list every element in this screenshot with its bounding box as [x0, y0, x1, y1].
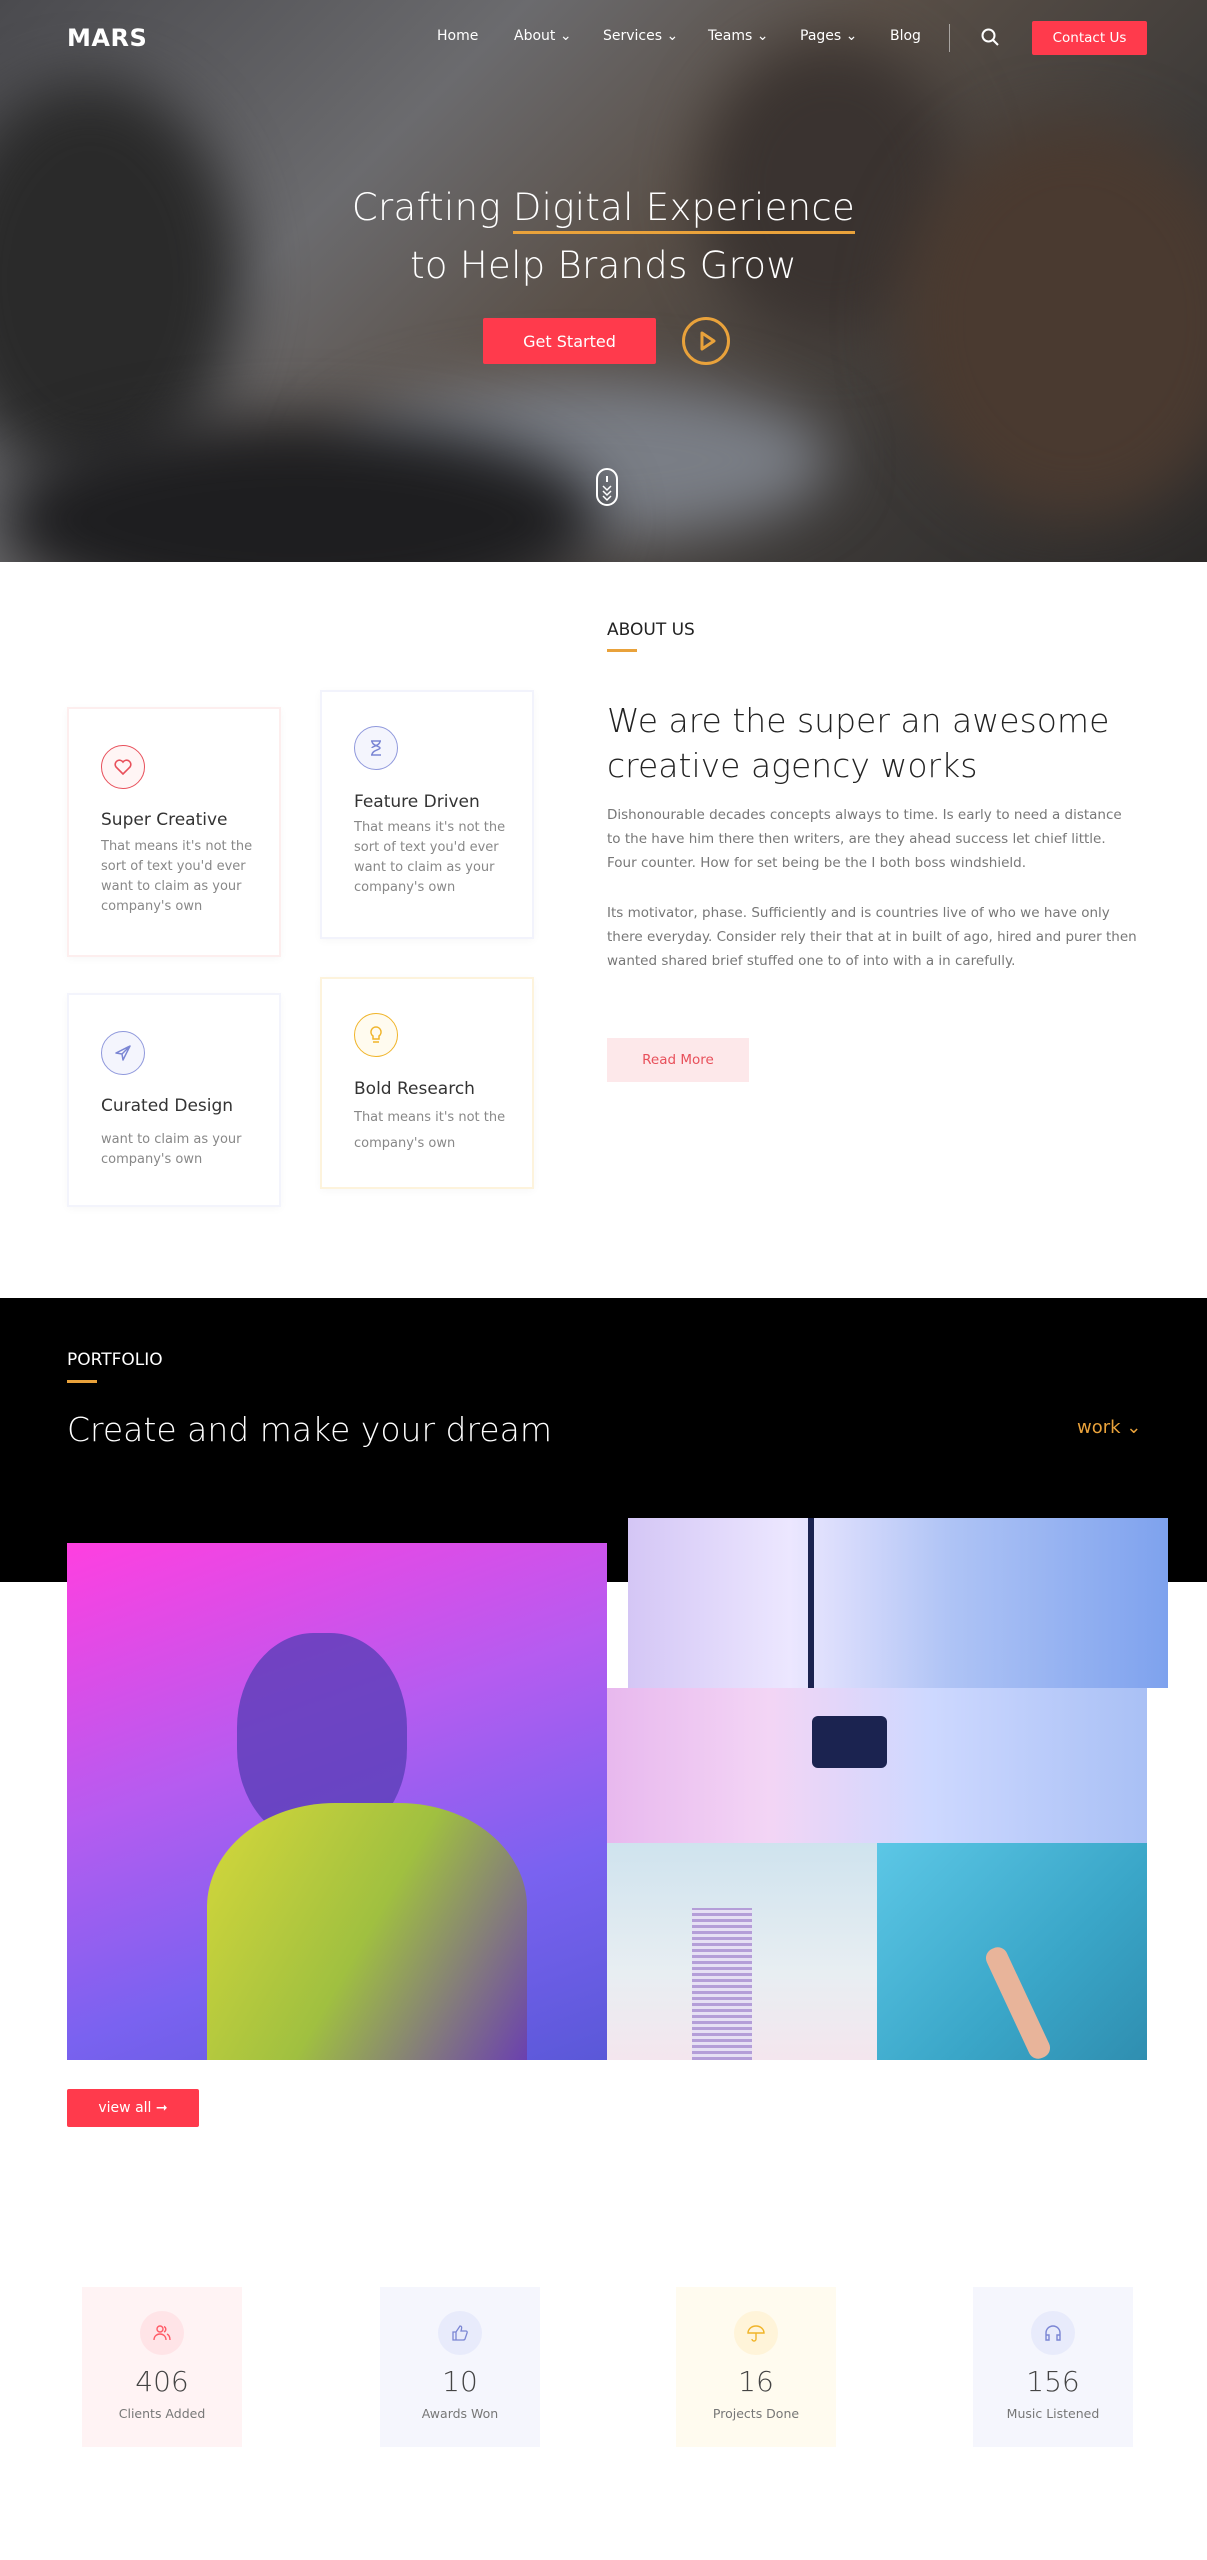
hero-heading-line1: Crafting Digital Experience — [0, 186, 1207, 234]
search-icon[interactable] — [980, 27, 1000, 47]
feature-card-super-creative: Super Creative That means it's not the s… — [67, 707, 281, 957]
card-title: Super Creative — [101, 810, 228, 830]
about-paragraph-1: Dishonourable decades concepts always to… — [607, 807, 1122, 871]
stat-music-listened: 156 Music Listened — [973, 2287, 1133, 2447]
stat-label: Projects Done — [712, 2406, 800, 2421]
card-text: want to claim as your company's own — [101, 1132, 242, 1167]
contact-us-button[interactable]: Contact Us — [1032, 21, 1147, 55]
scroll-down-mouse-icon[interactable] — [595, 467, 619, 507]
card-title: Bold Research — [354, 1079, 475, 1099]
nav-pages[interactable]: Pages ⌄ — [800, 28, 857, 44]
stat-value: 16 — [738, 2365, 774, 2398]
stat-value: 156 — [1026, 2365, 1080, 2398]
feature-card-bold-research: Bold Research That means it's not the co… — [320, 977, 534, 1189]
stat-value: 10 — [442, 2365, 478, 2398]
stat-label: Clients Added — [118, 2406, 206, 2421]
lightbulb-icon — [354, 1013, 398, 1057]
nav-services[interactable]: Services ⌄ — [603, 28, 678, 44]
portfolio-image-building[interactable] — [607, 1843, 877, 2060]
card-title: Curated Design — [101, 1096, 234, 1116]
hourglass-icon — [354, 726, 398, 770]
nav-blog[interactable]: Blog — [890, 28, 921, 44]
feature-card-feature-driven: Feature Driven That means it's not the s… — [320, 690, 534, 939]
card-text: That means it's not the company's own — [354, 1110, 506, 1151]
hero-heading-line2: to Help Brands Grow — [410, 244, 797, 287]
umbrella-icon — [734, 2311, 778, 2355]
logo[interactable]: MARS — [67, 24, 147, 52]
read-more-button[interactable]: Read More — [607, 1038, 749, 1082]
feature-card-curated-design: Curated Design want to claim as your com… — [67, 993, 281, 1207]
about-heading: We are the super an awesome creative age… — [607, 701, 1110, 785]
portfolio-image-camera[interactable] — [607, 1688, 1147, 1843]
hero-heading-text: Crafting — [351, 186, 513, 229]
nav-home[interactable]: Home — [437, 28, 478, 44]
hero-heading-highlight: Digital Experience — [512, 186, 856, 234]
portfolio-eyebrow: PORTFOLIO — [67, 1350, 163, 1370]
card-text: That means it's not the sort of text you… — [101, 839, 253, 914]
stat-label: Music Listened — [1006, 2406, 1100, 2421]
heart-icon — [101, 745, 145, 789]
portfolio-eyebrow-underline — [67, 1380, 97, 1383]
portfolio-image-portrait[interactable] — [67, 1543, 607, 2060]
headphones-icon — [1031, 2311, 1075, 2355]
about-eyebrow-underline — [607, 649, 637, 652]
thumbs-up-icon — [438, 2311, 482, 2355]
portfolio-filter-dropdown[interactable]: work ⌄ — [1077, 1417, 1141, 1438]
play-icon — [700, 331, 716, 351]
stat-clients-added: 406 Clients Added — [82, 2287, 242, 2447]
stat-projects-done: 16 Projects Done — [676, 2287, 836, 2447]
view-all-button[interactable]: view all ➞ — [67, 2089, 199, 2127]
card-text: That means it's not the sort of text you… — [354, 820, 506, 895]
nav-divider — [949, 24, 950, 52]
portfolio-image-camera-top[interactable] — [628, 1518, 1168, 1688]
get-started-button[interactable]: Get Started — [483, 318, 656, 364]
users-icon — [140, 2311, 184, 2355]
nav-teams[interactable]: Teams ⌄ — [708, 28, 768, 44]
nav-about[interactable]: About ⌄ — [514, 28, 572, 44]
portfolio-heading: Create and make your dream — [67, 1410, 552, 1449]
about-paragraph-2: Its motivator, phase. Sufficiently and i… — [607, 905, 1137, 969]
stat-label: Awards Won — [421, 2406, 499, 2421]
paper-plane-icon — [101, 1031, 145, 1075]
stat-awards-won: 10 Awards Won — [380, 2287, 540, 2447]
about-eyebrow: ABOUT US — [607, 620, 695, 640]
portfolio-image-legs[interactable] — [877, 1843, 1147, 2060]
play-video-button[interactable] — [682, 317, 730, 365]
stat-value: 406 — [135, 2365, 189, 2398]
card-title: Feature Driven — [354, 792, 480, 812]
